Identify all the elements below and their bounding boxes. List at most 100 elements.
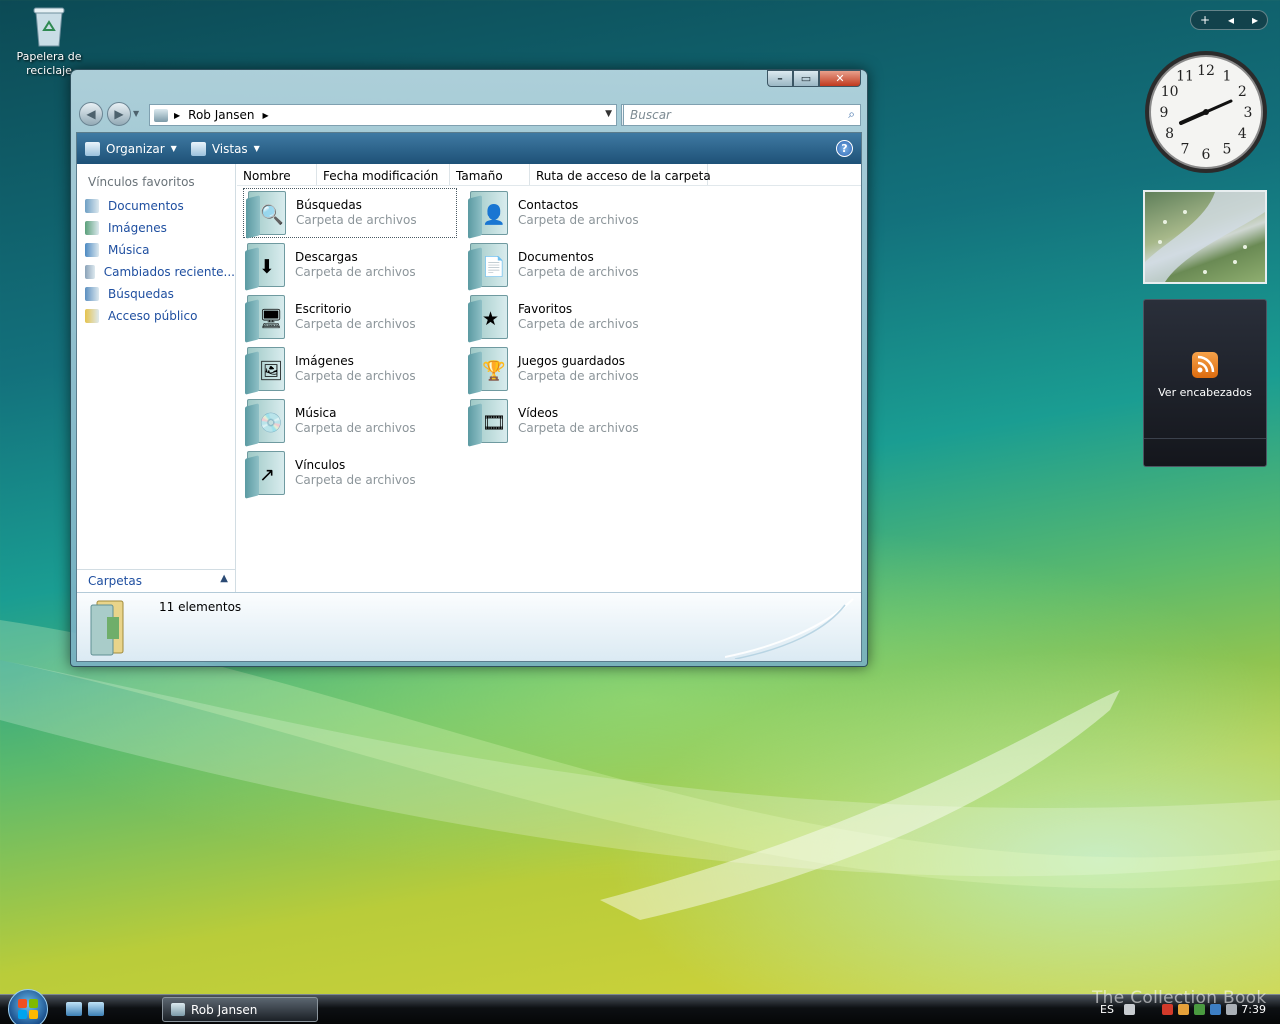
- documents-folder-icon: 📄: [466, 241, 510, 291]
- clock-face: 12 12 3 45678 9 1011: [1145, 51, 1267, 173]
- sidebar-item-label: Imágenes: [108, 221, 167, 235]
- previous-gadgets-button[interactable]: ◂: [1228, 13, 1234, 27]
- folder-name: Escritorio: [295, 302, 352, 316]
- column-header-size[interactable]: Tamaño: [450, 164, 530, 185]
- recent-pages-dropdown[interactable]: ▼: [133, 109, 139, 118]
- next-gadgets-button[interactable]: ▸: [1252, 13, 1258, 27]
- views-button[interactable]: Vistas ▼: [190, 141, 260, 156]
- chevron-up-icon: ▲: [220, 573, 228, 584]
- column-header-date[interactable]: Fecha modificación: [317, 164, 450, 185]
- folder-tile[interactable]: 👤 Contactos Carpeta de archivos: [466, 188, 680, 239]
- column-headers: Nombre Fecha modificación Tamaño Ruta de…: [237, 164, 861, 186]
- folder-tile[interactable]: 🖥 Escritorio Carpeta de archivos: [243, 292, 457, 343]
- sidebar-item-6[interactable]: Acceso público: [77, 305, 235, 327]
- column-header-name[interactable]: Nombre: [237, 164, 317, 185]
- favorites-folder-icon: ★: [466, 293, 510, 343]
- file-list: Nombre Fecha modificación Tamaño Ruta de…: [237, 164, 861, 592]
- view-headlines-link[interactable]: Ver encabezados: [1144, 386, 1266, 399]
- search-placeholder: Buscar: [630, 108, 671, 122]
- navigation-row: ◀ ▶ ▼ ▶ Rob Jansen ▶ ▼ ⇆ Buscar ⌕: [79, 102, 861, 128]
- back-arrow-icon: ◀: [86, 107, 96, 121]
- explorer-body: Organizar ▼ Vistas ▼ ? Vínculos favorito…: [76, 132, 862, 662]
- taskbar-button-label: Rob Jansen: [191, 1002, 258, 1017]
- help-button[interactable]: ?: [836, 140, 853, 157]
- music-icon: [85, 243, 99, 257]
- feed-headlines-gadget[interactable]: Ver encabezados: [1143, 299, 1267, 467]
- folder-tile[interactable]: 💿 Música Carpeta de archivos: [243, 396, 457, 447]
- add-gadget-button[interactable]: +: [1200, 13, 1210, 27]
- help-icon: ?: [841, 142, 848, 155]
- clock-gadget[interactable]: 12 1 2 3 4 5 6 7 8 9 10 11: [1143, 49, 1269, 175]
- search-icon[interactable]: ⌕: [848, 107, 855, 122]
- clock-number: 12: [1197, 63, 1215, 79]
- show-desktop-icon[interactable]: [66, 1002, 82, 1016]
- folder-type: Carpeta de archivos: [295, 317, 416, 331]
- folder-type: Carpeta de archivos: [518, 369, 639, 383]
- column-header-path[interactable]: Ruta de acceso de la carpeta: [530, 164, 711, 185]
- sidebar-item-5[interactable]: Búsquedas: [77, 283, 235, 305]
- folder-tile[interactable]: 🖼 Imágenes Carpeta de archivos: [243, 344, 457, 395]
- sidebar-item-label: Cambiados reciente...: [103, 265, 235, 279]
- folder-name: Imágenes: [295, 354, 354, 368]
- clock-number: 1: [1223, 69, 1232, 85]
- search-input[interactable]: Buscar ⌕: [623, 104, 861, 126]
- folder-tile[interactable]: 📄 Documentos Carpeta de archivos: [466, 240, 680, 291]
- folder-tile[interactable]: 🏆 Juegos guardados Carpeta de archivos: [466, 344, 680, 395]
- folder-tile[interactable]: ⬇ Descargas Carpeta de archivos: [243, 240, 457, 291]
- maximize-button[interactable]: ▭: [793, 70, 819, 87]
- recycle-bin-icon: [32, 4, 66, 48]
- folder-name: Contactos: [518, 198, 579, 212]
- minimize-button[interactable]: –: [767, 70, 793, 87]
- folder-tile[interactable]: 🎞 Vídeos Carpeta de archivos: [466, 396, 680, 447]
- sidebar-item-label: Documentos: [108, 199, 184, 213]
- public-folder-icon: [85, 309, 99, 323]
- organize-button[interactable]: Organizar ▼: [85, 141, 177, 156]
- folder-name: Documentos: [518, 250, 594, 264]
- folder-tile[interactable]: ↗ Vínculos Carpeta de archivos: [243, 448, 457, 499]
- close-button[interactable]: ✕: [819, 70, 861, 87]
- slideshow-gadget[interactable]: [1143, 190, 1267, 284]
- sidebar-item-3[interactable]: Música: [77, 239, 235, 261]
- sidebar-item-2[interactable]: Imágenes: [77, 217, 235, 239]
- folder-type: Carpeta de archivos: [295, 369, 416, 383]
- back-button[interactable]: ◀: [79, 102, 103, 126]
- folder-tile[interactable]: ★ Favoritos Carpeta de archivos: [466, 292, 680, 343]
- saved-games-folder-icon: 🏆: [466, 345, 510, 395]
- forward-button[interactable]: ▶: [107, 102, 131, 126]
- breadcrumb-location[interactable]: Rob Jansen: [188, 108, 254, 122]
- folder-type: Carpeta de archivos: [518, 265, 639, 279]
- views-label: Vistas: [211, 141, 248, 156]
- explorer-window[interactable]: – ▭ ✕ ◀ ▶ ▼ ▶ Rob Jansen ▶ ▼ ⇆ Buscar ⌕ …: [70, 69, 868, 667]
- folder-type: Carpeta de archivos: [295, 421, 416, 435]
- folder-name: Vínculos: [295, 458, 346, 472]
- folder-type: Carpeta de archivos: [518, 421, 639, 435]
- folder-name: Música: [295, 406, 337, 420]
- sidebar-item-1[interactable]: Documentos: [77, 195, 235, 217]
- switch-windows-icon[interactable]: [88, 1002, 104, 1016]
- recent-icon: [85, 265, 95, 279]
- folder-name: Favoritos: [518, 302, 573, 316]
- slideshow-photo: [1145, 192, 1265, 282]
- searches-folder-icon: 🔍: [244, 189, 288, 239]
- clock-number: 2: [1238, 84, 1247, 100]
- clock-number: 10: [1161, 84, 1179, 100]
- breadcrumb-separator-icon[interactable]: ▶: [262, 111, 268, 120]
- folder-type: Carpeta de archivos: [518, 213, 639, 227]
- taskbar: Rob Jansen ES 7:39: [0, 989, 1280, 1024]
- clock-number: 8: [1165, 126, 1174, 142]
- clock-number: 11: [1176, 69, 1194, 85]
- sidebar-item-label: Búsquedas: [108, 287, 174, 301]
- folder-name: Vídeos: [518, 406, 559, 420]
- pictures-folder-icon: 🖼: [243, 345, 287, 395]
- desktop-folder-icon: 🖥: [243, 293, 287, 343]
- folder-tile[interactable]: 🔍 Búsquedas Carpeta de archivos: [243, 188, 457, 239]
- address-dropdown-icon[interactable]: ▼: [605, 109, 612, 119]
- desktop-icon-recycle-bin[interactable]: Papelera de reciclaje: [14, 4, 84, 78]
- start-button[interactable]: [8, 989, 48, 1024]
- sidebar-item-4[interactable]: Cambiados reciente...: [77, 261, 235, 283]
- address-bar[interactable]: ▶ Rob Jansen ▶ ▼: [149, 104, 617, 126]
- taskbar-button-explorer[interactable]: Rob Jansen: [162, 997, 318, 1022]
- links-folder-icon: ↗: [243, 449, 287, 499]
- folders-toggle[interactable]: Carpetas ▲: [77, 569, 235, 592]
- breadcrumb-separator-icon[interactable]: ▶: [174, 111, 180, 120]
